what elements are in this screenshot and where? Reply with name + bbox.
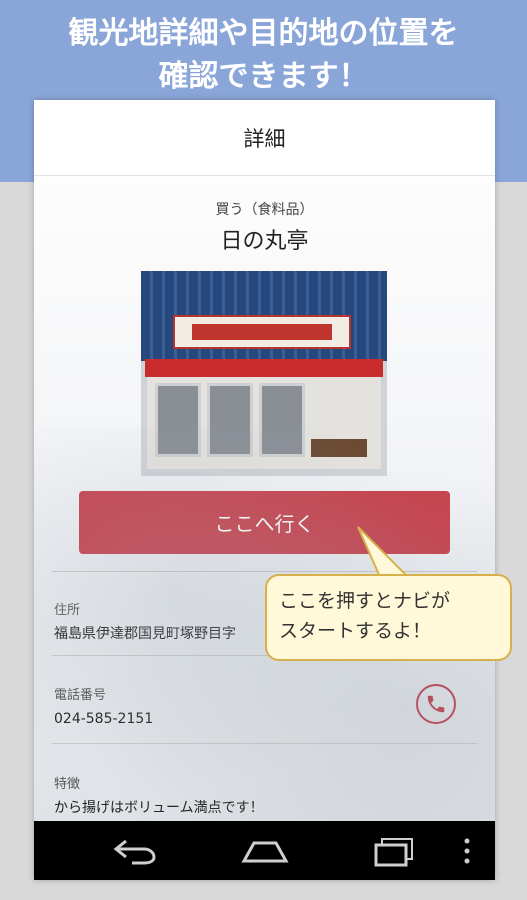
- banner-line-1: 観光地詳細や目的地の位置を: [68, 16, 459, 51]
- phone-icon-glyph: [427, 695, 445, 713]
- back-icon[interactable]: [112, 835, 160, 867]
- phone-icon[interactable]: [416, 684, 456, 724]
- photo-window: [259, 383, 305, 457]
- photo-bench: [311, 439, 367, 457]
- photo-awning: [145, 359, 383, 377]
- app-bar: 詳細: [34, 100, 495, 176]
- home-icon[interactable]: [240, 835, 290, 867]
- address-label: 住所: [54, 603, 81, 618]
- photo-window: [207, 383, 253, 457]
- tooltip-pointer: [357, 526, 410, 578]
- phone-label: 電話番号: [54, 688, 107, 703]
- photo-sign-band: [192, 324, 332, 340]
- place-category: 買う（食料品）: [215, 202, 314, 218]
- place-photo: [141, 271, 387, 476]
- feature-value: から揚げはボリューム満点です！: [54, 800, 264, 816]
- detail-content[interactable]: 買う（食料品） 日の丸亭 ここへ行く 住所 福島県伊達郡国見町塚野目字 電話番号…: [34, 177, 495, 827]
- overflow-menu-icon[interactable]: [462, 835, 472, 867]
- tooltip-callout: ここを押すとナビが スタートするよ！: [265, 574, 512, 661]
- photo-window: [155, 383, 201, 457]
- tooltip-line-1: ここを押すとナビが: [279, 590, 451, 612]
- phone-screen: 詳細 買う（食料品） 日の丸亭 ここへ行く 住所 福島県伊達郡国見町塚野目字 電…: [34, 100, 495, 880]
- recent-apps-icon[interactable]: [370, 835, 418, 867]
- feature-label: 特徴: [54, 777, 81, 792]
- system-nav-bar: [34, 821, 495, 880]
- tooltip-line-2: スタートするよ！: [279, 620, 432, 642]
- divider: [52, 571, 477, 572]
- banner-caption: 観光地詳細や目的地の位置を 確認できます！: [0, 12, 527, 98]
- phone-value: 024-585-2151: [54, 711, 154, 727]
- page-title: 詳細: [243, 126, 286, 151]
- photo-sign: [173, 315, 351, 349]
- divider: [52, 743, 477, 744]
- address-value: 福島県伊達郡国見町塚野目字: [54, 626, 236, 642]
- banner-line-2: 確認できます！: [158, 59, 369, 94]
- place-name: 日の丸亭: [220, 229, 309, 254]
